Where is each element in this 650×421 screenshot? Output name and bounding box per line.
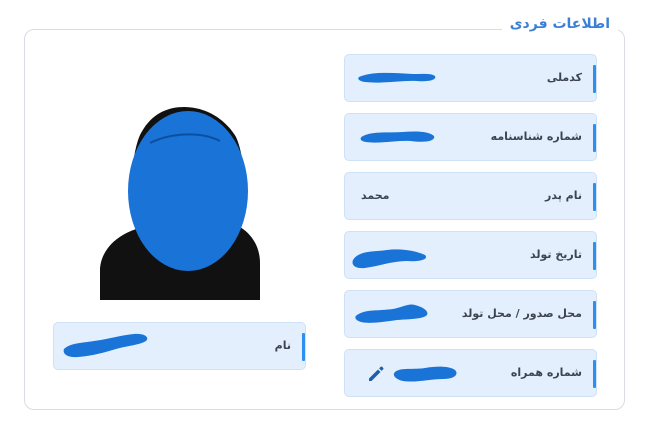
mobile-number-redaction [393, 366, 457, 382]
birth-place-redaction [355, 304, 428, 323]
birth-certificate-redaction [360, 131, 435, 143]
field-accent-bar [593, 65, 596, 93]
mobile-number-label: شماره همراه [510, 366, 582, 379]
birth-date-redaction [352, 249, 427, 269]
field-accent-bar [593, 301, 596, 329]
profile-photo [100, 107, 260, 300]
field-accent-bar [302, 333, 305, 361]
father-name-value: محمد [361, 189, 390, 202]
name-label: نام [274, 339, 291, 352]
birth-place-label: محل صدور / محل تولد [461, 307, 582, 320]
birth-date-field: تاریخ تولد [344, 231, 597, 279]
field-accent-bar [593, 242, 596, 270]
birth-certificate-label: شماره شناسنامه [490, 130, 582, 143]
father-name-field: نام پدر محمد [344, 172, 597, 220]
field-accent-bar [593, 124, 596, 152]
field-accent-bar [593, 360, 596, 388]
field-accent-bar [593, 183, 596, 211]
national-id-redaction [358, 72, 436, 83]
national-id-field: کدملی [344, 54, 597, 102]
pencil-icon[interactable] [367, 364, 385, 382]
birth-certificate-field: شماره شناسنامه [344, 113, 597, 161]
mobile-number-field: شماره همراه [344, 349, 597, 397]
section-title: اطلاعات فردی [501, 14, 618, 34]
name-redaction [63, 333, 148, 358]
national-id-label: کدملی [546, 71, 582, 84]
name-field: نام [53, 322, 306, 370]
father-name-label: نام پدر [545, 189, 582, 202]
birth-date-label: تاریخ تولد [530, 248, 582, 261]
birth-place-field: محل صدور / محل تولد [344, 290, 597, 338]
